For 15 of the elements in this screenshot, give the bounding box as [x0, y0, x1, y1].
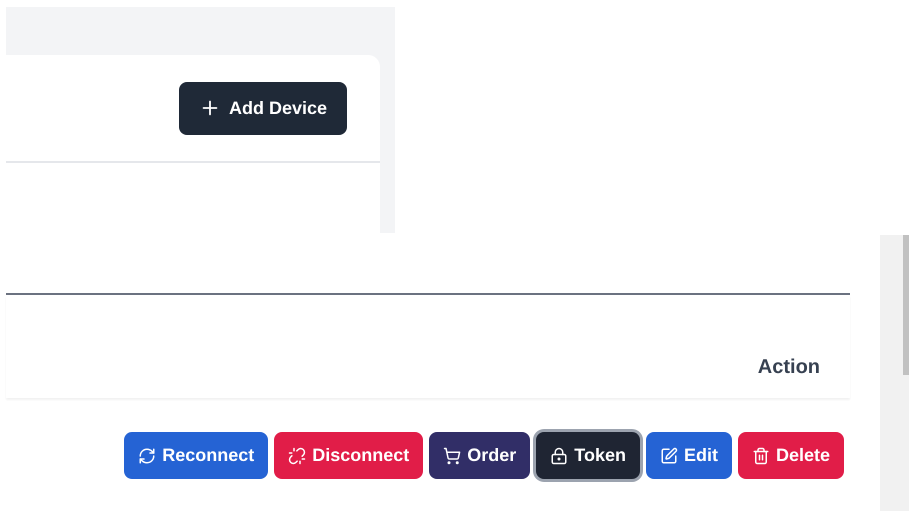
scrollbar-thumb[interactable] — [903, 235, 909, 375]
edit-icon — [660, 446, 678, 464]
refresh-icon — [138, 446, 156, 464]
token-button[interactable]: Token — [536, 432, 640, 479]
delete-button[interactable]: Delete — [738, 432, 844, 479]
column-header: Action — [758, 355, 820, 380]
reconnect-button[interactable]: Reconnect — [124, 432, 268, 479]
edit-button[interactable]: Edit — [646, 432, 732, 479]
broken-link-icon — [288, 446, 306, 464]
lock-icon — [550, 446, 568, 464]
cart-icon — [443, 446, 462, 464]
disconnect-button[interactable]: Disconnect — [274, 432, 424, 479]
order-button[interactable]: Order — [429, 432, 530, 479]
add-device-button[interactable]: Add Device — [178, 82, 347, 134]
trash-icon — [752, 446, 770, 464]
